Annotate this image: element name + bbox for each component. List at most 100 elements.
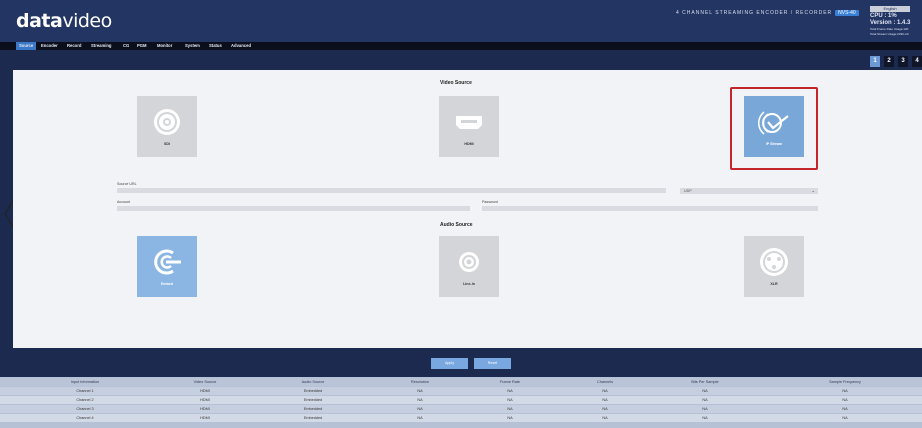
table-cell: NA xyxy=(602,407,608,411)
table-cell: Embedded xyxy=(303,398,323,402)
firmware-version: Version : 1.4.3 xyxy=(870,20,911,26)
tab-monitor[interactable]: Monitor xyxy=(154,42,175,50)
main-nav: Source Encoder Record Streaming CG PGM M… xyxy=(0,42,922,50)
source-panel: Video Source SDI HDMI IP Stream Source U… xyxy=(13,70,922,348)
device-title-text: 4 CHANNEL STREAMING ENCODER / RECORDER xyxy=(676,10,833,16)
table-cell: NA xyxy=(842,407,848,411)
selection-highlight xyxy=(730,87,818,170)
table-cell: NA xyxy=(702,398,708,402)
table-cell: NA xyxy=(507,389,513,393)
column-header: Resolution xyxy=(411,380,429,384)
column-header: Video Source xyxy=(193,380,217,384)
chevron-down-icon: ⌄ xyxy=(811,188,815,193)
language-button[interactable]: English xyxy=(870,6,910,12)
logo-part-data: data xyxy=(16,10,63,32)
channel-button-2[interactable]: 2 xyxy=(884,56,894,67)
audio-source-line-in-tile[interactable]: Line-In xyxy=(439,236,499,297)
header-bar: datavideo 4 CHANNEL STREAMING ENCODER / … xyxy=(0,0,922,42)
tab-streaming[interactable]: Streaming xyxy=(88,42,114,50)
table-cell: NA xyxy=(702,389,708,393)
tab-advanced[interactable]: Advanced xyxy=(228,42,254,50)
tab-status[interactable]: Status xyxy=(206,42,225,50)
table-cell: HDMI xyxy=(200,389,210,393)
table-cell: HDMI xyxy=(200,407,210,411)
app-root: datavideo 4 CHANNEL STREAMING ENCODER / … xyxy=(0,0,922,428)
table-cell: HDMI xyxy=(200,398,210,402)
tab-pgm[interactable]: PGM xyxy=(134,42,150,50)
channel-button-4[interactable]: 4 xyxy=(912,56,922,67)
table-header-row: Input Information Video Source Audio Sou… xyxy=(0,378,922,386)
table-cell: Channel 4 xyxy=(76,416,94,420)
table-cell: NA xyxy=(842,416,848,420)
reset-button[interactable]: Reset xyxy=(474,358,511,369)
table-cell: NA xyxy=(842,389,848,393)
account-input[interactable] xyxy=(117,206,470,211)
table-row: Channel 2 HDMI Embedded NA NA NA NA NA xyxy=(0,396,922,404)
tab-record[interactable]: Record xyxy=(64,42,84,50)
protocol-value: UDP xyxy=(684,189,692,193)
line-in-jack-icon xyxy=(439,246,499,278)
table-row: Channel 3 HDMI Embedded NA NA NA NA NA xyxy=(0,405,922,413)
account-label: Account xyxy=(117,200,130,204)
table-cell: NA xyxy=(842,398,848,402)
xlr-connector-icon xyxy=(744,246,804,278)
table-cell: Channel 2 xyxy=(76,398,94,402)
tab-cg[interactable]: CG xyxy=(120,42,132,50)
password-input[interactable] xyxy=(482,206,818,211)
table-cell: NA xyxy=(417,398,423,402)
audio-source-xlr-tile[interactable]: XLR xyxy=(744,236,804,297)
tab-source[interactable]: Source xyxy=(16,42,37,50)
password-label: Password xyxy=(482,200,498,204)
table-cell: Embedded xyxy=(303,389,323,393)
channel-selector: 1 2 3 4 xyxy=(0,50,922,70)
tile-label: SDI xyxy=(164,142,170,146)
bnc-connector-icon xyxy=(137,106,197,138)
table-row: Channel 4 HDMI Embedded NA NA NA NA NA xyxy=(0,414,922,422)
system-info: English CPU : 1% Version : 1.4.3 Total F… xyxy=(870,6,920,37)
column-header: Sample Frequency xyxy=(829,380,861,384)
table-cell: NA xyxy=(507,407,513,411)
column-header: Channels xyxy=(596,380,614,384)
hdmi-port-icon xyxy=(439,106,499,138)
tab-system[interactable]: System xyxy=(182,42,203,50)
video-source-hdmi-tile[interactable]: HDMI xyxy=(439,96,499,157)
audio-source-title: Audio Source xyxy=(440,222,473,228)
channel-button-1[interactable]: 1 xyxy=(870,56,880,67)
table-cell: NA xyxy=(702,416,708,420)
tile-label: HDMI xyxy=(464,142,474,146)
audio-source-embed-tile[interactable]: Embed xyxy=(137,236,197,297)
table-cell: Channel 3 xyxy=(76,407,94,411)
table-cell: NA xyxy=(417,389,423,393)
stream-usage: Total Stream Usage:2330 mb xyxy=(870,32,909,36)
table-cell: Embedded xyxy=(303,407,323,411)
table-cell: NA xyxy=(507,398,513,402)
cpu-usage: CPU : 1% xyxy=(870,13,897,19)
tab-encoder[interactable]: Encoder xyxy=(38,42,61,50)
column-header: Frame Rate xyxy=(499,380,521,384)
table-cell: Embedded xyxy=(303,416,323,420)
source-url-input[interactable] xyxy=(117,188,666,193)
embedded-audio-icon xyxy=(137,246,197,278)
video-source-title: Video Source xyxy=(440,80,472,86)
channel-button-3[interactable]: 3 xyxy=(898,56,908,67)
protocol-select[interactable]: UDP ⌄ xyxy=(680,188,818,194)
table-cell: NA xyxy=(602,416,608,420)
column-header: Audio Source xyxy=(301,380,325,384)
datavideo-logo: datavideo xyxy=(16,10,112,32)
video-source-sdi-tile[interactable]: SDI xyxy=(137,96,197,157)
table-cell: NA xyxy=(602,398,608,402)
table-cell: NA xyxy=(417,407,423,411)
tile-label: Line-In xyxy=(463,282,475,286)
table-cell: HDMI xyxy=(200,416,210,420)
table-cell: NA xyxy=(602,389,608,393)
input-information-table: Input Information Video Source Audio Sou… xyxy=(0,377,922,428)
model-badge: NVS-40 xyxy=(835,10,859,16)
apply-button[interactable]: Apply xyxy=(431,358,468,369)
logo-part-video: video xyxy=(62,10,112,32)
tile-label: Embed xyxy=(161,282,173,286)
table-cell: NA xyxy=(702,407,708,411)
device-title: 4 CHANNEL STREAMING ENCODER / RECORDER NV… xyxy=(676,10,859,16)
column-header: Input Information xyxy=(70,380,100,384)
source-url-label: Source URL xyxy=(117,182,137,186)
table-cell: NA xyxy=(507,416,513,420)
